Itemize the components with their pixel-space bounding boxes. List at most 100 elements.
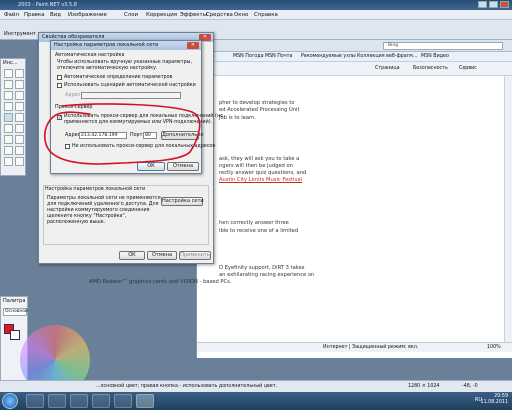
page-scrollbar[interactable] <box>504 76 512 342</box>
tool-bucket[interactable] <box>4 102 13 111</box>
command-bar: Страница Безопасность Сервис <box>197 62 512 76</box>
ok-button[interactable]: ОК <box>119 251 145 260</box>
menu-file[interactable]: Файл <box>4 12 19 18</box>
menu-help[interactable]: Справка <box>254 12 278 18</box>
maximize-button[interactable] <box>489 1 498 8</box>
auto-group-title: Автоматическая настройка <box>55 53 125 58</box>
taskbar-firefox-icon[interactable] <box>92 394 110 408</box>
minimize-button[interactable] <box>478 1 487 8</box>
page-text: job is to learn. <box>219 115 256 121</box>
zone-status: Интернет | Защищенный режим: вкл. <box>323 345 419 350</box>
menu-tools[interactable]: Средства <box>206 12 233 18</box>
browser-window: Bing MSN Погода MSN Почта Рекомендуемые … <box>89 40 512 358</box>
lan-desc: расположенную выше. <box>47 220 106 225</box>
lan-desc: щелкните кнопку "Настройка", <box>47 214 127 219</box>
secondary-color-swatch[interactable] <box>10 330 20 340</box>
tool-ellipse-select[interactable] <box>15 80 24 89</box>
page-text: AMD Radeon™ graphics cards and VISION - … <box>89 279 232 285</box>
address-bar[interactable]: Bing <box>197 40 512 52</box>
paint-title-bar: 2003 - Paint.NET v3.5.8 <box>0 0 512 10</box>
fav-video[interactable]: MSN Видео <box>421 54 449 59</box>
menu-layers[interactable]: Слои <box>124 12 138 18</box>
fav-suggested[interactable]: Рекомендуемые узлы <box>301 54 356 59</box>
tool-eraser[interactable] <box>15 113 24 122</box>
tool-clone[interactable] <box>15 124 24 133</box>
browser-status-bar: Интернет | Защищенный режим: вкл. 100% <box>197 342 512 352</box>
start-button[interactable] <box>2 393 18 409</box>
search-box[interactable]: Bing <box>383 42 503 50</box>
zoom-level[interactable]: 100% <box>487 345 501 350</box>
menu-adjust[interactable]: Коррекция <box>146 12 177 18</box>
tool-gradient[interactable] <box>15 102 24 111</box>
annotation-path <box>43 103 201 165</box>
paint-status-bar: ...основной цвет; правая кнопка - исполь… <box>0 380 512 392</box>
tool-select[interactable] <box>4 69 13 78</box>
tool-text[interactable] <box>15 135 24 144</box>
image-size: 1280 × 1024 <box>408 384 440 389</box>
cmd-security[interactable]: Безопасность <box>413 66 448 71</box>
cmd-page[interactable]: Страница <box>375 66 400 71</box>
palette-tab-label: Основной <box>5 309 28 314</box>
search-placeholder: Bing <box>388 43 399 48</box>
close-icon[interactable]: ✕ <box>187 42 199 49</box>
tool-zoom[interactable] <box>4 91 13 100</box>
script-address-input[interactable] <box>81 92 181 99</box>
auto-detect-checkbox[interactable] <box>57 75 62 80</box>
menu-window[interactable]: Окно <box>234 12 248 18</box>
lan-group-title: Настройка параметров локальной сети <box>45 187 146 192</box>
tool-pan[interactable] <box>15 91 24 100</box>
taskbar-media-icon[interactable] <box>70 394 88 408</box>
auto-detect-label: Автоматическое определение параметров <box>64 75 173 80</box>
clock[interactable]: 20:59 11.08.2011 <box>481 394 508 406</box>
fav-webslices[interactable]: Коллекция веб-фрагм... <box>357 54 417 59</box>
fav-weather[interactable]: MSN Погода <box>233 54 264 59</box>
tool-rounded-rect[interactable] <box>4 157 13 166</box>
clock-date: 11.08.2011 <box>480 400 508 405</box>
page-text: hen correctly answer three <box>219 220 289 226</box>
menu-image[interactable]: Изображение <box>68 12 107 18</box>
palette-header: Палитра <box>3 298 26 304</box>
paint-status-text: ...основной цвет; правая кнопка - исполь… <box>96 384 278 389</box>
auto-script-checkbox[interactable] <box>57 83 62 88</box>
auto-script-label: Использовать сценарий автоматической нас… <box>64 83 196 88</box>
taskbar: RU 20:59 11.08.2011 <box>0 392 512 410</box>
tool-brush[interactable] <box>4 113 13 122</box>
close-button[interactable] <box>500 1 509 8</box>
page-text: ible to receive one of a limited <box>219 228 299 234</box>
taskbar-explorer-icon[interactable] <box>26 394 44 408</box>
auto-desc: отключите автоматическую настройку. <box>57 66 158 71</box>
taskbar-app-icon[interactable] <box>114 394 132 408</box>
tool-recolor[interactable] <box>4 135 13 144</box>
tool-lasso[interactable] <box>4 80 13 89</box>
paint-title: 2003 - Paint.NET v3.5.8 <box>18 2 77 8</box>
menu-effects[interactable]: Эффекты <box>180 12 207 18</box>
tool-label: Инструмент <box>4 31 36 37</box>
auto-desc: Чтобы использовать вручную указанные пар… <box>57 60 192 65</box>
taskbar-paint-icon[interactable] <box>136 394 154 408</box>
tool-move[interactable] <box>15 69 24 78</box>
page-text: ed Accelerated Processing Unit <box>219 107 300 113</box>
lan-dialog-title: Настройка параметров локальной сети <box>51 41 201 50</box>
menu-bar: Файл Правка Вид Изображение Слои Коррекц… <box>0 10 512 20</box>
cmd-tools[interactable]: Сервис <box>459 66 477 71</box>
lan-desc: настройки коммутируемого соединения <box>47 208 150 213</box>
tool-line[interactable] <box>4 146 13 155</box>
page-text: ask, they will ask you to take a <box>219 156 300 162</box>
festival-link[interactable]: Austin City Limits Music Festival <box>219 177 302 183</box>
tool-pencil[interactable] <box>4 124 13 133</box>
fav-mail[interactable]: MSN Почта <box>265 54 292 59</box>
taskbar-ie-icon[interactable] <box>48 394 66 408</box>
primary-color-selector[interactable]: Основной <box>3 308 28 316</box>
tool-rectangle[interactable] <box>15 146 24 155</box>
menu-edit[interactable]: Правка <box>24 12 45 18</box>
apply-button[interactable]: Применить <box>179 251 211 260</box>
menu-view[interactable]: Вид <box>50 12 61 18</box>
tools-header: Инс... <box>3 60 18 66</box>
page-content: pher to develop strategies to ed Acceler… <box>89 76 512 342</box>
tool-ellipse[interactable] <box>15 157 24 166</box>
cursor-coords: -48, -0 <box>462 384 478 389</box>
cancel-button[interactable]: Отмена <box>147 251 177 260</box>
favorites-bar: MSN Погода MSN Почта Рекомендуемые узлы … <box>197 52 512 62</box>
tools-panel: Инс... <box>0 58 26 176</box>
lan-settings-button[interactable]: Настройка сети <box>161 197 204 206</box>
